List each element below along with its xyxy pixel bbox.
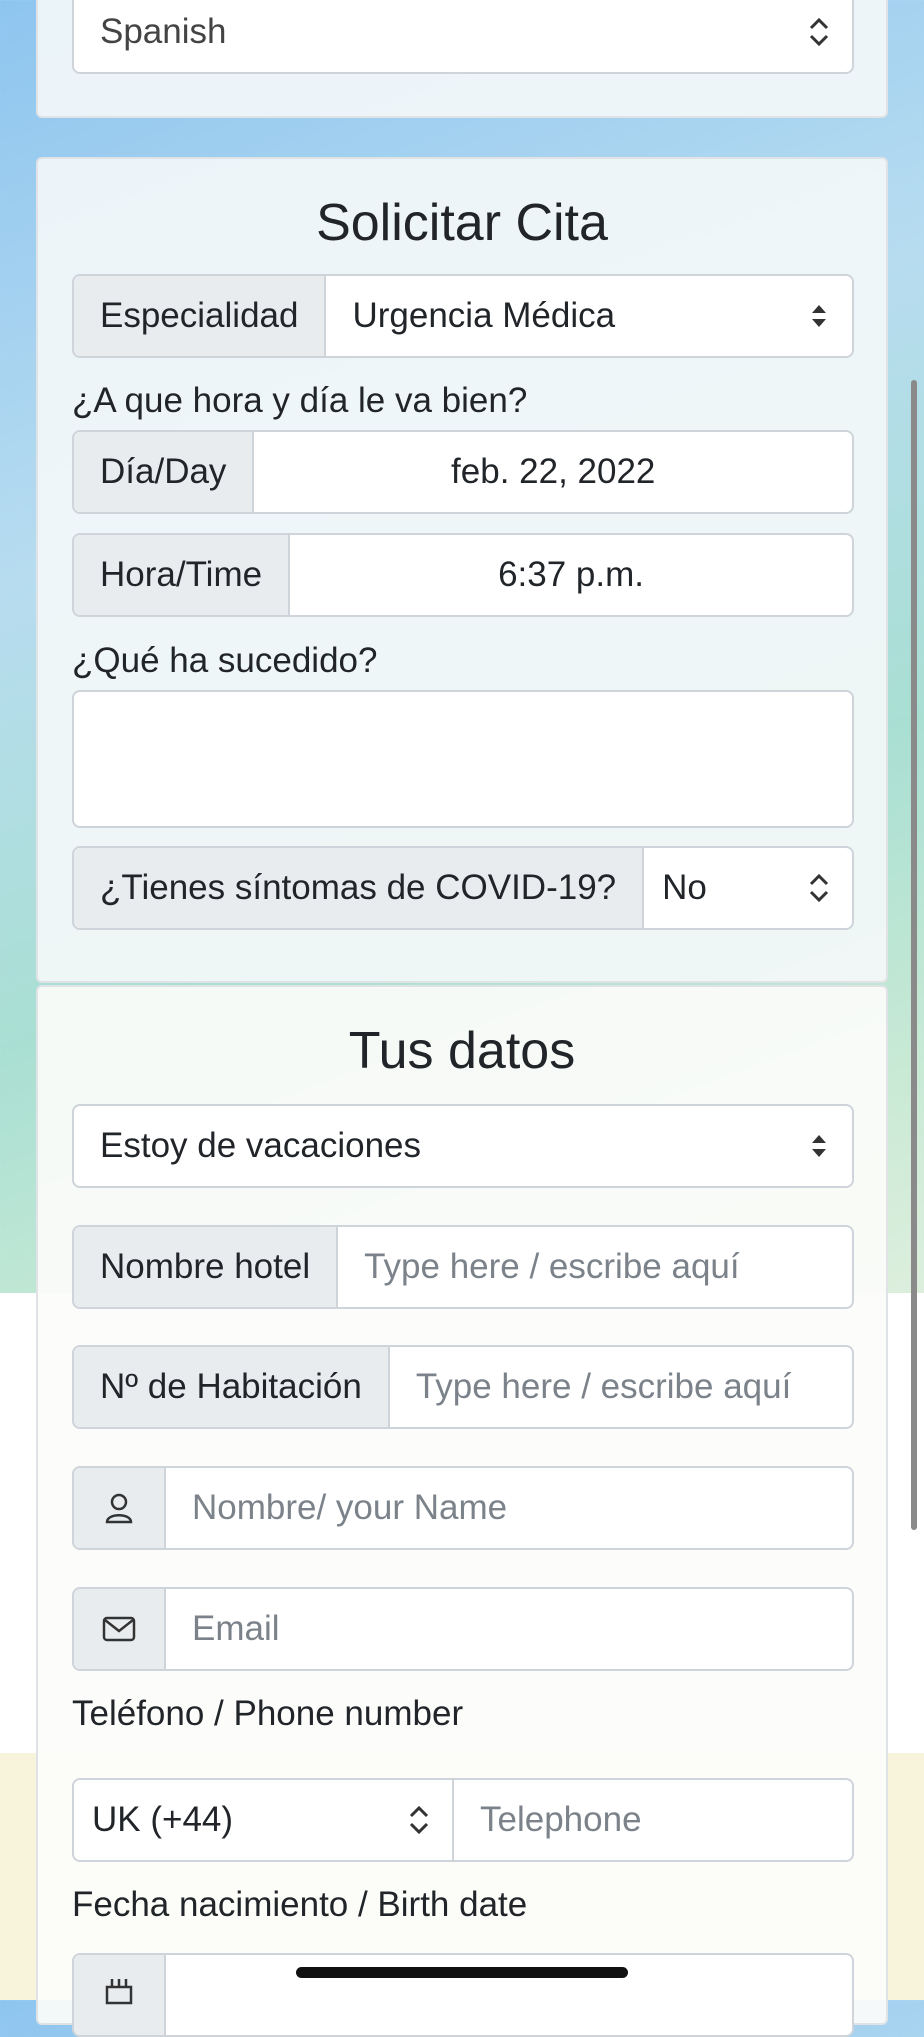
hotel-label: Nombre hotel [74, 1227, 339, 1307]
room-input-group[interactable]: Nº de Habitación Type here / escribe aqu… [72, 1345, 854, 1429]
time-input-group[interactable]: Hora/Time 6:37 p.m. [72, 533, 854, 617]
day-label: Día/Day [74, 432, 255, 512]
phone-label: Teléfono / Phone number [72, 1694, 464, 1733]
name-input[interactable]: Nombre/ your Name [166, 1468, 852, 1548]
hotel-placeholder: Type here / escribe aquí [364, 1247, 740, 1286]
envelope-icon [74, 1589, 166, 1669]
sort-caret-icon [808, 1129, 830, 1163]
appointment-card: Solicitar Cita Especialidad Urgencia Méd… [36, 157, 888, 983]
sort-caret-icon [808, 299, 830, 333]
cake-icon [74, 1955, 166, 2035]
covid-label: ¿Tienes síntomas de COVID-19? [74, 848, 645, 928]
phone-input-group[interactable]: UK (+44) Telephone [72, 1778, 854, 1862]
specialty-value: Urgencia Médica [352, 296, 616, 335]
telephone-placeholder: Telephone [480, 1800, 642, 1839]
appointment-title: Solicitar Cita [316, 194, 608, 252]
birth-date-input-group[interactable] [72, 1953, 854, 2037]
hotel-input[interactable]: Type here / escribe aquí [338, 1227, 852, 1307]
email-placeholder: Email [192, 1609, 280, 1648]
birth-date-label: Fecha nacimiento / Birth date [72, 1885, 528, 1924]
language-card: Spanish [36, 0, 888, 118]
day-input[interactable]: feb. 22, 2022 [254, 432, 852, 512]
situation-select[interactable]: Estoy de vacaciones [72, 1104, 854, 1188]
language-select-value: Spanish [100, 12, 227, 51]
specialty-label: Especialidad [74, 276, 327, 356]
name-placeholder: Nombre/ your Name [192, 1488, 508, 1527]
home-indicator [296, 1967, 628, 1978]
language-select[interactable]: Spanish [72, 0, 854, 74]
personal-data-title: Tus datos [348, 1022, 576, 1080]
time-label: Hora/Time [74, 535, 291, 615]
covid-select-group[interactable]: ¿Tienes síntomas de COVID-19? No [72, 846, 854, 930]
when-question-label: ¿A que hora y día le va bien? [72, 381, 528, 420]
country-code-select[interactable]: UK (+44) [72, 1778, 454, 1862]
scrollbar[interactable] [911, 380, 917, 1530]
situation-value: Estoy de vacaciones [100, 1126, 422, 1165]
telephone-input[interactable]: Telephone [452, 1778, 854, 1862]
specialty-select-group[interactable]: Especialidad Urgencia Médica [72, 274, 854, 358]
time-input[interactable]: 6:37 p.m. [290, 535, 852, 615]
covid-value: No [662, 868, 707, 907]
email-input-group[interactable]: Email [72, 1587, 854, 1671]
what-happened-label: ¿Qué ha sucedido? [72, 641, 378, 680]
email-input[interactable]: Email [166, 1589, 852, 1669]
day-input-group[interactable]: Día/Day feb. 22, 2022 [72, 430, 854, 514]
name-input-group[interactable]: Nombre/ your Name [72, 1466, 854, 1550]
what-happened-textarea[interactable] [72, 690, 854, 828]
specialty-select[interactable]: Urgencia Médica [326, 276, 852, 356]
room-input[interactable]: Type here / escribe aquí [390, 1347, 852, 1427]
room-placeholder: Type here / escribe aquí [415, 1367, 792, 1406]
chevron-up-down-icon [408, 1803, 430, 1837]
hotel-input-group[interactable]: Nombre hotel Type here / escribe aquí [72, 1225, 854, 1309]
chevron-up-down-icon [808, 871, 830, 905]
person-icon [74, 1468, 166, 1548]
country-code-value: UK (+44) [92, 1800, 234, 1839]
chevron-up-down-icon [808, 15, 830, 49]
covid-select[interactable]: No [644, 848, 852, 928]
personal-data-card: Tus datos Estoy de vacaciones Nombre hot… [36, 985, 888, 2037]
room-label: Nº de Habitación [74, 1347, 390, 1427]
